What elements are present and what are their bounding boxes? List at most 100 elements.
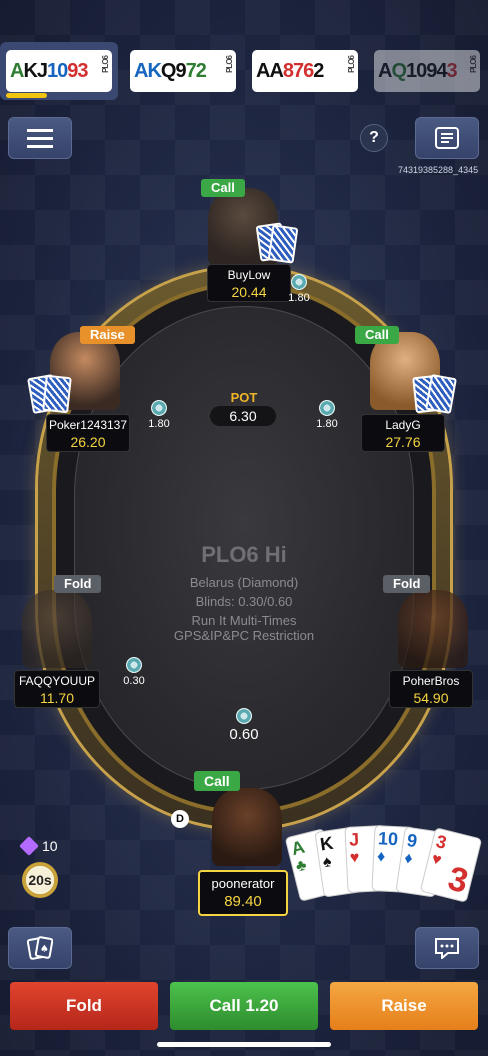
player-stack: 20.44	[231, 284, 267, 300]
player-bet: 0.30	[114, 657, 154, 687]
player-name: FAQQYOUUP	[18, 674, 95, 688]
tab-card-rank: K	[23, 59, 37, 82]
gem-value: 10	[42, 838, 58, 854]
tab-card-rank: 9	[175, 59, 186, 82]
diamond-icon	[19, 836, 39, 856]
player-name: poonerator	[211, 876, 275, 891]
tab-card-rank: Q	[391, 59, 407, 82]
player-stack: 54.90	[413, 690, 449, 706]
gem-count: 10	[19, 836, 58, 856]
table-tab-1[interactable]: A K J 10 9 3 PLO6	[0, 42, 118, 100]
menu-button[interactable]	[8, 117, 72, 159]
table-tab-2[interactable]: A K Q 9 7 2 PLO6	[124, 42, 242, 100]
player-nameplate-poker1243137[interactable]: Poker1243137 26.20	[46, 414, 130, 452]
time-bank-timer[interactable]: 20s	[22, 862, 58, 898]
chip-icon	[319, 400, 335, 416]
player-action-badge: Fold	[383, 575, 431, 593]
game-type-tag: PLO6	[469, 56, 478, 73]
player-bet: 1.80	[279, 274, 319, 304]
tab-hand: A Q 10 9 4 3 PLO6	[374, 50, 480, 92]
card-rank: K	[318, 832, 335, 855]
player-name: BuyLow	[227, 268, 271, 282]
tab-card-rank: A	[378, 59, 392, 82]
tab-hand: A A 8 7 6 2 PLO6	[252, 50, 358, 92]
fold-button[interactable]: Fold	[10, 982, 158, 1030]
tab-card-rank: Q	[160, 59, 177, 82]
tab-card-rank: 3	[446, 59, 458, 82]
tab-card-rank: 10	[47, 59, 68, 82]
chat-button[interactable]	[415, 927, 479, 969]
player-nameplate-faqqyouup[interactable]: FAQQYOUUP 11.70	[14, 670, 100, 708]
game-type-tag: PLO6	[101, 56, 110, 73]
hand-history-button[interactable]	[415, 117, 479, 159]
hero-nameplate[interactable]: poonerator 89.40	[198, 870, 288, 916]
pot-value: 6.30	[210, 406, 276, 426]
player-stack: 11.70	[40, 690, 74, 706]
tab-card-rank: A	[256, 59, 270, 82]
chat-icon	[435, 938, 459, 959]
dealer-button: D	[171, 810, 189, 828]
card-rank: 3	[434, 831, 449, 854]
chip-icon	[126, 657, 142, 673]
hero-avatar[interactable]	[212, 788, 282, 866]
card-rank: 10	[377, 827, 399, 849]
game-name: PLO6 Hi	[201, 542, 287, 567]
help-button[interactable]: ?	[360, 124, 388, 152]
tab-card-rank: K	[147, 59, 161, 82]
player-name: PoherBros	[402, 674, 460, 688]
player-name: Poker1243137	[48, 418, 128, 432]
hero-bet: 0.60	[223, 708, 265, 743]
game-type-tag: PLO6	[225, 56, 234, 73]
table-tab-3[interactable]: A A 8 7 6 2 PLO6	[246, 42, 364, 100]
player-nameplate-ladyg[interactable]: LadyG 27.76	[361, 414, 445, 452]
tab-card-rank: 3	[77, 59, 88, 82]
cards-button[interactable]: ♠	[8, 927, 72, 969]
hand-id: 74319385288_4345	[398, 165, 479, 175]
tab-card-rank: 2	[313, 59, 324, 82]
card-rank: J	[348, 829, 360, 850]
player-action-badge: Fold	[54, 575, 102, 593]
tab-hand: A K Q 9 7 2 PLO6	[130, 50, 236, 92]
hand-history-icon	[435, 127, 459, 149]
player-bet: 1.80	[139, 400, 179, 430]
tab-card-rank: 9	[67, 59, 78, 82]
call-button[interactable]: Call 1.20	[170, 982, 318, 1030]
tab-card-rank: 2	[195, 59, 207, 82]
tab-card-rank: 9	[426, 59, 437, 82]
player-stack: 89.40	[224, 893, 262, 910]
card-back	[42, 374, 72, 414]
tab-hand: A K J 10 9 3 PLO6	[6, 50, 112, 92]
cards-icon: ♠	[27, 936, 53, 960]
chip-icon	[151, 400, 167, 416]
tab-card-rank: 7	[293, 59, 304, 82]
player-action-badge: Raise	[80, 326, 135, 344]
player-avatar-faqqyouup[interactable]	[22, 590, 92, 668]
tab-card-rank: A	[269, 59, 283, 82]
tab-card-rank: J	[36, 59, 48, 82]
chip-icon	[291, 274, 307, 290]
player-action-badge: Call	[355, 326, 399, 344]
player-nameplate-poherbros[interactable]: PoherBros 54.90	[389, 670, 473, 708]
svg-text:♠: ♠	[40, 944, 49, 955]
tab-card-rank: 4	[436, 59, 447, 82]
table-tab-4[interactable]: A Q 10 9 4 3 PLO6	[368, 42, 486, 100]
home-indicator[interactable]	[157, 1042, 331, 1047]
player-stack: 26.20	[70, 434, 106, 450]
card-rank: 9	[405, 830, 419, 852]
tab-card-rank: A	[134, 59, 148, 82]
game-type-tag: PLO6	[347, 56, 356, 73]
hero-action-badge: Call	[194, 771, 240, 791]
player-avatar-poherbros[interactable]	[398, 590, 468, 668]
tab-card-rank: 10	[406, 59, 427, 82]
tab-card-rank: 8	[282, 59, 294, 82]
tab-card-rank: 6	[303, 59, 314, 82]
player-name: LadyG	[385, 418, 421, 432]
player-action-badge: Call	[201, 179, 245, 197]
table-tabs: A K J 10 9 3 PLO6 A K Q 9 7 2 PLO6 A A 8 7 6 2 PLO6 A Q 10 9 4…	[0, 42, 488, 102]
player-stack: 27.76	[385, 434, 421, 450]
card-back	[267, 224, 299, 264]
help-icon: ?	[369, 129, 379, 146]
player-bet: 1.80	[307, 400, 347, 430]
raise-button[interactable]: Raise	[330, 982, 478, 1030]
chip-icon	[236, 708, 252, 724]
